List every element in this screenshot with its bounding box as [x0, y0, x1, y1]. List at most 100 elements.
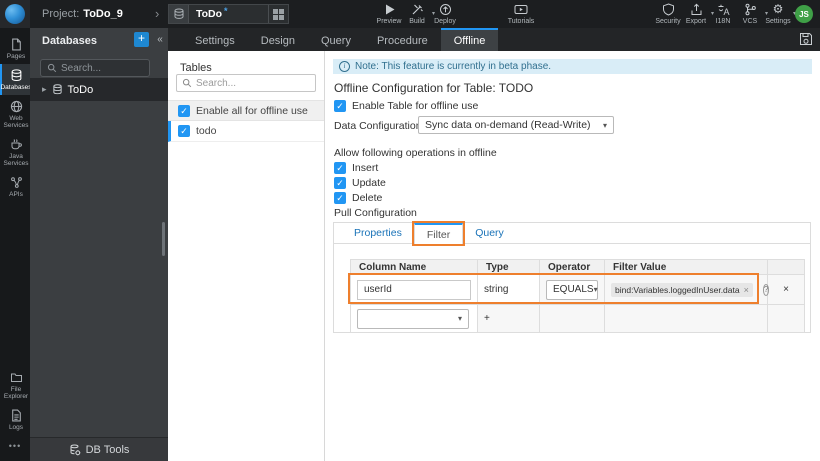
- remove-chip-icon[interactable]: ×: [744, 285, 749, 295]
- tables-search-input[interactable]: [196, 77, 310, 89]
- db-tools-button[interactable]: DB Tools: [30, 437, 168, 461]
- enable-all-row[interactable]: ✓ Enable all for offline use: [168, 100, 324, 121]
- chevron-down-icon: ▾: [593, 285, 598, 294]
- data-config-select[interactable]: Sync data on-demand (Read-Write) ▾: [418, 116, 614, 134]
- app-logo[interactable]: [0, 0, 30, 28]
- project-label: Project:: [42, 8, 80, 20]
- op-update-row[interactable]: ✓ Update: [334, 177, 386, 189]
- grid-view-icon[interactable]: [268, 5, 288, 23]
- panel-scrollbar[interactable]: [162, 222, 165, 256]
- chevron-down-icon: ▾: [602, 120, 607, 130]
- tables-search[interactable]: [176, 74, 316, 92]
- open-doc-tab-todo[interactable]: ToDo *: [168, 4, 289, 24]
- checkbox-checked[interactable]: ✓: [178, 104, 190, 117]
- tab-procedure[interactable]: Procedure: [364, 28, 441, 51]
- checkbox-checked[interactable]: ✓: [334, 100, 346, 112]
- operations-label: Allow following operations in offline: [334, 147, 497, 159]
- checkbox-checked[interactable]: ✓: [334, 162, 346, 174]
- editor-area: Settings Design Query Procedure Offline …: [168, 28, 820, 461]
- pull-config-tabs: Properties Filter Query: [334, 221, 810, 246]
- databases-panel: Databases + « ▸ ToDo DB Tools: [30, 28, 168, 461]
- save-button[interactable]: [799, 32, 813, 46]
- globe-icon: [10, 100, 22, 113]
- tab-settings[interactable]: Settings: [182, 28, 248, 51]
- pull-tab-properties[interactable]: Properties: [342, 223, 414, 243]
- floppy-disk-icon: [800, 33, 812, 45]
- tab-design[interactable]: Design: [248, 28, 308, 51]
- filter-value-cell: bind:Variables.loggedInUser.data × ?: [611, 282, 770, 297]
- info-icon: i: [339, 61, 350, 72]
- op-delete-row[interactable]: ✓ Delete: [334, 192, 382, 204]
- topbar: Project: ToDo_9 › ToDo * Preview Build ▾…: [0, 0, 820, 28]
- delete-row-button[interactable]: ×: [767, 274, 805, 305]
- deploy-button[interactable]: Deploy: [422, 3, 468, 25]
- user-avatar[interactable]: JS: [795, 5, 813, 23]
- col-header-type: Type: [477, 259, 540, 275]
- nav-item-file-explorer[interactable]: File Explorer: [0, 366, 30, 404]
- column-name-input[interactable]: [357, 279, 471, 300]
- new-column-select[interactable]: ▾: [357, 308, 469, 329]
- table-name-label: todo: [196, 125, 217, 137]
- checkbox-checked[interactable]: ✓: [178, 125, 190, 137]
- nav-item-pages[interactable]: Pages: [0, 33, 30, 64]
- pull-config-panel: Properties Filter Query Column Name Type…: [333, 221, 811, 333]
- tables-panel-title: Tables: [180, 62, 212, 74]
- deploy-cloud-icon: [439, 4, 451, 15]
- pull-config-label: Pull Configuration: [334, 207, 417, 219]
- databases-search[interactable]: [40, 59, 150, 77]
- database-icon: [169, 5, 189, 23]
- nav-item-apis[interactable]: APIs: [0, 171, 30, 202]
- add-database-button[interactable]: +: [134, 32, 149, 47]
- add-criteria-button[interactable]: +: [477, 304, 540, 333]
- filter-row-userid: string EQUALS ▾ bind:Variable: [350, 274, 805, 305]
- pull-tab-filter[interactable]: Filter: [411, 221, 466, 246]
- database-icon: [52, 84, 62, 95]
- editor-body: Tables ✓ Enable all for offline use ✓ to…: [168, 51, 820, 461]
- offline-config-heading: Offline Configuration for Table: TODO: [334, 81, 534, 95]
- database-tree-item-todo[interactable]: ▸ ToDo: [30, 78, 168, 101]
- tab-offline[interactable]: Offline: [440, 28, 499, 51]
- checkbox-checked[interactable]: ✓: [334, 177, 346, 189]
- checkbox-checked[interactable]: ✓: [334, 192, 346, 204]
- unsaved-marker: *: [224, 6, 228, 16]
- connector-icon: [10, 177, 22, 188]
- tables-panel: Tables ✓ Enable all for offline use ✓ to…: [168, 51, 325, 461]
- enable-table-row[interactable]: ✓ Enable Table for offline use: [334, 100, 478, 112]
- doc-tab-label: ToDo *: [196, 6, 228, 20]
- nav-item-logs[interactable]: Logs: [0, 404, 30, 435]
- add-filter-row: ▾ +: [350, 304, 805, 333]
- project-breadcrumb: Project: ToDo_9: [42, 0, 123, 28]
- col-header-actions: [767, 259, 805, 275]
- table-row-todo[interactable]: ✓ todo: [168, 121, 324, 142]
- chevron-down-icon: ▾: [457, 314, 462, 323]
- tree-expand-icon[interactable]: ▸: [42, 84, 47, 95]
- nav-item-databases[interactable]: Databases: [0, 64, 32, 95]
- data-config-label: Data Configuration: [334, 120, 422, 132]
- beta-note-banner: i Note: This feature is currently in bet…: [333, 59, 812, 74]
- tab-query[interactable]: Query: [308, 28, 364, 51]
- search-icon: [47, 63, 57, 73]
- offline-config-pane: i Note: This feature is currently in bet…: [325, 51, 820, 461]
- pull-tab-query[interactable]: Query: [463, 223, 516, 243]
- database-item-label: ToDo: [67, 83, 94, 96]
- wavemaker-logo-icon: [5, 4, 25, 24]
- type-cell: string: [477, 274, 540, 305]
- operator-select[interactable]: EQUALS ▾: [546, 279, 598, 300]
- databases-search-input[interactable]: [61, 62, 143, 74]
- tutorials-button[interactable]: Tutorials: [498, 3, 544, 25]
- chevron-right-icon: ›: [155, 6, 160, 21]
- folder-icon: [10, 373, 22, 382]
- more-options-icon[interactable]: •••: [0, 435, 30, 461]
- beta-note-text: Note: This feature is currently in beta …: [355, 61, 552, 72]
- op-insert-row[interactable]: ✓ Insert: [334, 162, 378, 174]
- enable-all-label: Enable all for offline use: [196, 104, 308, 117]
- filter-table-header-row: Column Name Type Operator Filter Value: [350, 259, 805, 275]
- video-icon: [514, 5, 528, 14]
- bind-expression-chip[interactable]: bind:Variables.loggedInUser.data ×: [611, 282, 753, 297]
- nav-item-web-services[interactable]: Web Services: [0, 95, 30, 133]
- project-name: ToDo_9: [83, 8, 123, 20]
- collapse-panel-button[interactable]: «: [155, 34, 165, 47]
- nav-item-java-services[interactable]: Java Services: [0, 133, 30, 171]
- help-icon[interactable]: ?: [762, 283, 770, 296]
